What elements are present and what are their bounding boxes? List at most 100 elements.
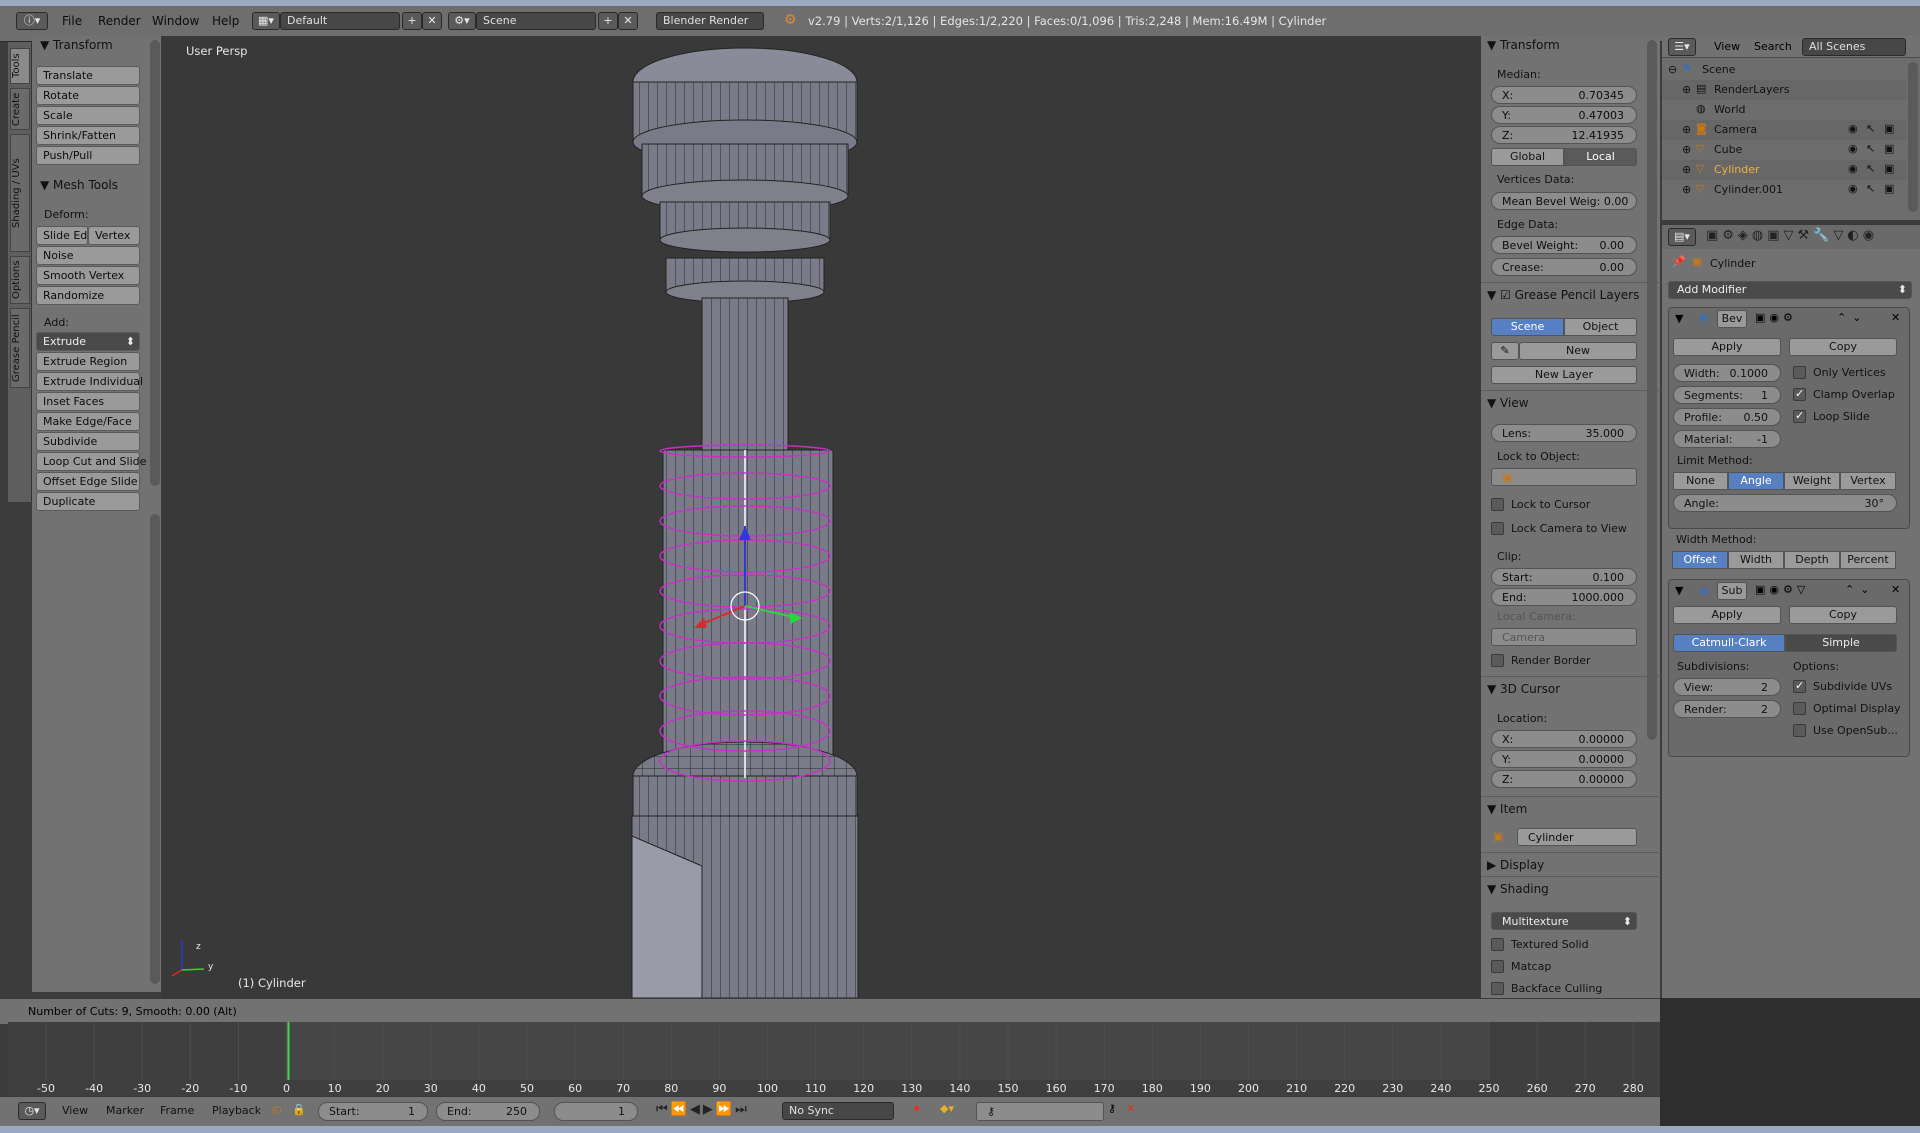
make-edge-face-button[interactable]: Make Edge/Face (36, 412, 140, 431)
matcap-checkbox[interactable] (1491, 960, 1504, 973)
3d-viewport[interactable]: User Persp z y (1) Cylinder (162, 36, 1480, 998)
close-icon[interactable]: ✕ (1891, 311, 1900, 324)
add-layout-icon[interactable]: + (402, 12, 422, 30)
subdivide-uvs-checkbox[interactable] (1793, 679, 1806, 693)
start-frame-field[interactable]: Start: 1 (318, 1102, 428, 1121)
playback-controls-icons[interactable]: ⏮⏪◀▶⏩⏭ (656, 1102, 750, 1117)
properties-editor-icon[interactable]: ▤▾ (1668, 228, 1696, 246)
bevel-profile-field[interactable]: Profile: 0.50 (1673, 408, 1781, 426)
extrude-region-button[interactable]: Extrude Region (36, 352, 140, 371)
context-icons[interactable]: ▣⚙◈◍▣▽⚒🔧▽◐◉ (1706, 228, 1878, 243)
loop-cut-slide-button[interactable]: Loop Cut and Slide (36, 452, 146, 471)
extrude-individual-button[interactable]: Extrude Individual (36, 372, 143, 391)
wm-depth-toggle[interactable]: Depth (1784, 551, 1840, 569)
eye-icon[interactable]: ◉ (1848, 162, 1858, 175)
info-editor-icon[interactable]: ⓘ▾ (16, 12, 48, 30)
optimal-display-checkbox[interactable] (1793, 702, 1806, 715)
outliner-row[interactable]: ⊕ ◙ Camera ◉ ↖ ▣ (1662, 120, 1906, 140)
add-modifier-select[interactable]: Add Modifier ⬍ (1668, 281, 1912, 299)
3d-cursor-header[interactable]: ▼ 3D Cursor (1487, 682, 1560, 696)
layout-icon[interactable]: ▦▾ (252, 12, 280, 30)
tab-options[interactable]: Options (10, 256, 30, 304)
keying-set-field[interactable]: ⚷ (976, 1102, 1104, 1121)
local-toggle[interactable]: Local (1564, 148, 1637, 166)
cursor-x-field[interactable]: X: 0.00000 (1491, 730, 1637, 748)
limit-vertex-group-toggle[interactable]: Vertex G... (1840, 472, 1896, 490)
display-header[interactable]: ▶ Display (1487, 858, 1544, 872)
bevel-segments-field[interactable]: Segments: 1 (1673, 386, 1781, 404)
tab-tools[interactable]: Tools (10, 48, 30, 84)
toolshelf-scrollbar-lower[interactable] (150, 514, 160, 984)
render-border-checkbox[interactable] (1491, 654, 1504, 667)
eye-icon[interactable]: ◉ (1848, 122, 1858, 135)
outliner-row[interactable]: ⊕ ▽ Cylinder ◉ ↖ ▣ (1662, 160, 1906, 180)
median-z-field[interactable]: Z: 12.41935 (1491, 126, 1637, 144)
noise-button[interactable]: Noise (36, 246, 140, 265)
clip-end-field[interactable]: End: 1000.000 (1491, 588, 1637, 606)
bevel-name-field[interactable]: Bev (1717, 310, 1747, 328)
extrude-menu[interactable]: Extrude ⬍ (36, 332, 140, 351)
subsurf-view-field[interactable]: View: 2 (1673, 678, 1781, 696)
insert-key-icon[interactable]: ⚷ (1108, 1102, 1116, 1115)
duplicate-button[interactable]: Duplicate (36, 492, 140, 511)
transform-panel-header[interactable]: ▼ Transform (40, 38, 113, 52)
subsurf-apply-button[interactable]: Apply (1673, 606, 1781, 624)
render-icon[interactable]: ▣ (1884, 182, 1894, 195)
inset-faces-button[interactable]: Inset Faces (36, 392, 140, 411)
menu-help[interactable]: Help (212, 14, 239, 28)
cursor-icon[interactable]: ↖ (1866, 182, 1875, 195)
subsurf-name-field[interactable]: Sub (1717, 582, 1747, 600)
outliner-row[interactable]: ⊖ ⚑ Scene (1662, 60, 1906, 80)
keyframe-icon[interactable]: ◆▾ (940, 1102, 954, 1115)
timeline-editor-icon[interactable]: ◷▾ (18, 1102, 46, 1120)
eye-icon[interactable]: ◉ (1848, 182, 1858, 195)
move-up-down-icons[interactable]: ⌃⌄ (1837, 311, 1867, 324)
mesh-tools-panel-header[interactable]: ▼ Mesh Tools (40, 178, 118, 192)
gp-scene-toggle[interactable]: Scene (1491, 318, 1564, 336)
n-transform-header[interactable]: ▼ Transform (1487, 38, 1560, 52)
scene-field[interactable]: Scene (476, 12, 596, 30)
subsurf-render-field[interactable]: Render: 2 (1673, 700, 1781, 718)
cursor-icon[interactable]: ↖ (1866, 142, 1875, 155)
npanel-scrollbar[interactable] (1647, 40, 1657, 740)
cursor-icon[interactable]: ↖ (1866, 162, 1875, 175)
use-opensubdiv-checkbox[interactable] (1793, 724, 1806, 737)
screen-layout-field[interactable]: Default (280, 12, 400, 30)
eye-icon[interactable]: ◉ (1848, 142, 1858, 155)
tab-grease-pencil[interactable]: Grease Pencil (10, 308, 30, 388)
cursor-icon[interactable]: ↖ (1866, 122, 1875, 135)
slide-edge-button[interactable]: Slide Ed (36, 226, 88, 245)
new-layer-button[interactable]: New Layer (1491, 366, 1637, 384)
shading-mode-select[interactable]: Multitexture ⬍ (1491, 912, 1637, 930)
remove-scene-icon[interactable]: ✕ (618, 12, 638, 30)
push-pull-button[interactable]: Push/Pull (36, 146, 140, 165)
preview-range-icon[interactable]: ◴ (272, 1103, 282, 1116)
timeline-playback-menu[interactable]: Playback (212, 1104, 261, 1122)
tab-create[interactable]: Create (10, 88, 30, 130)
lens-field[interactable]: Lens: 35.000 (1491, 424, 1637, 442)
grease-pencil-header[interactable]: ▼ ☑ Grease Pencil Layers (1487, 288, 1639, 302)
wm-width-toggle[interactable]: Width (1728, 551, 1784, 569)
render-engine-select[interactable]: Blender Render (656, 12, 764, 30)
record-icon[interactable]: ⏺ (914, 1102, 920, 1116)
outliner-view-menu[interactable]: View (1714, 40, 1740, 53)
median-y-field[interactable]: Y: 0.47003 (1491, 106, 1637, 124)
bevel-angle-field[interactable]: Angle: 30° (1673, 494, 1897, 512)
timeline[interactable]: -50 -40 -30 -20 -10 0 10 20 30 40 50 60 70 80 90 100 110… (8, 1022, 1660, 1096)
backface-checkbox[interactable] (1491, 982, 1504, 995)
gp-object-toggle[interactable]: Object (1564, 318, 1637, 336)
move-up-down-icons[interactable]: ⌃⌄ (1845, 583, 1875, 596)
outliner-row[interactable]: ⊕ ▽ Cube ◉ ↖ ▣ (1662, 140, 1906, 160)
cursor-z-field[interactable]: Z: 0.00000 (1491, 770, 1637, 788)
bevel-width-field[interactable]: Width: 0.1000 (1673, 364, 1781, 382)
cursor-y-field[interactable]: Y: 0.00000 (1491, 750, 1637, 768)
translate-button[interactable]: Translate (36, 66, 140, 85)
timeline-marker-menu[interactable]: Marker (106, 1104, 144, 1122)
current-frame-field[interactable]: 1 (554, 1102, 638, 1121)
add-scene-icon[interactable]: + (598, 12, 618, 30)
subsurf-copy-button[interactable]: Copy (1789, 606, 1897, 624)
render-icon[interactable]: ▣ (1884, 142, 1894, 155)
loop-slide-checkbox[interactable] (1793, 409, 1806, 423)
lock-to-cursor-checkbox[interactable] (1491, 498, 1504, 511)
slide-vertex-button[interactable]: Vertex (88, 226, 140, 245)
